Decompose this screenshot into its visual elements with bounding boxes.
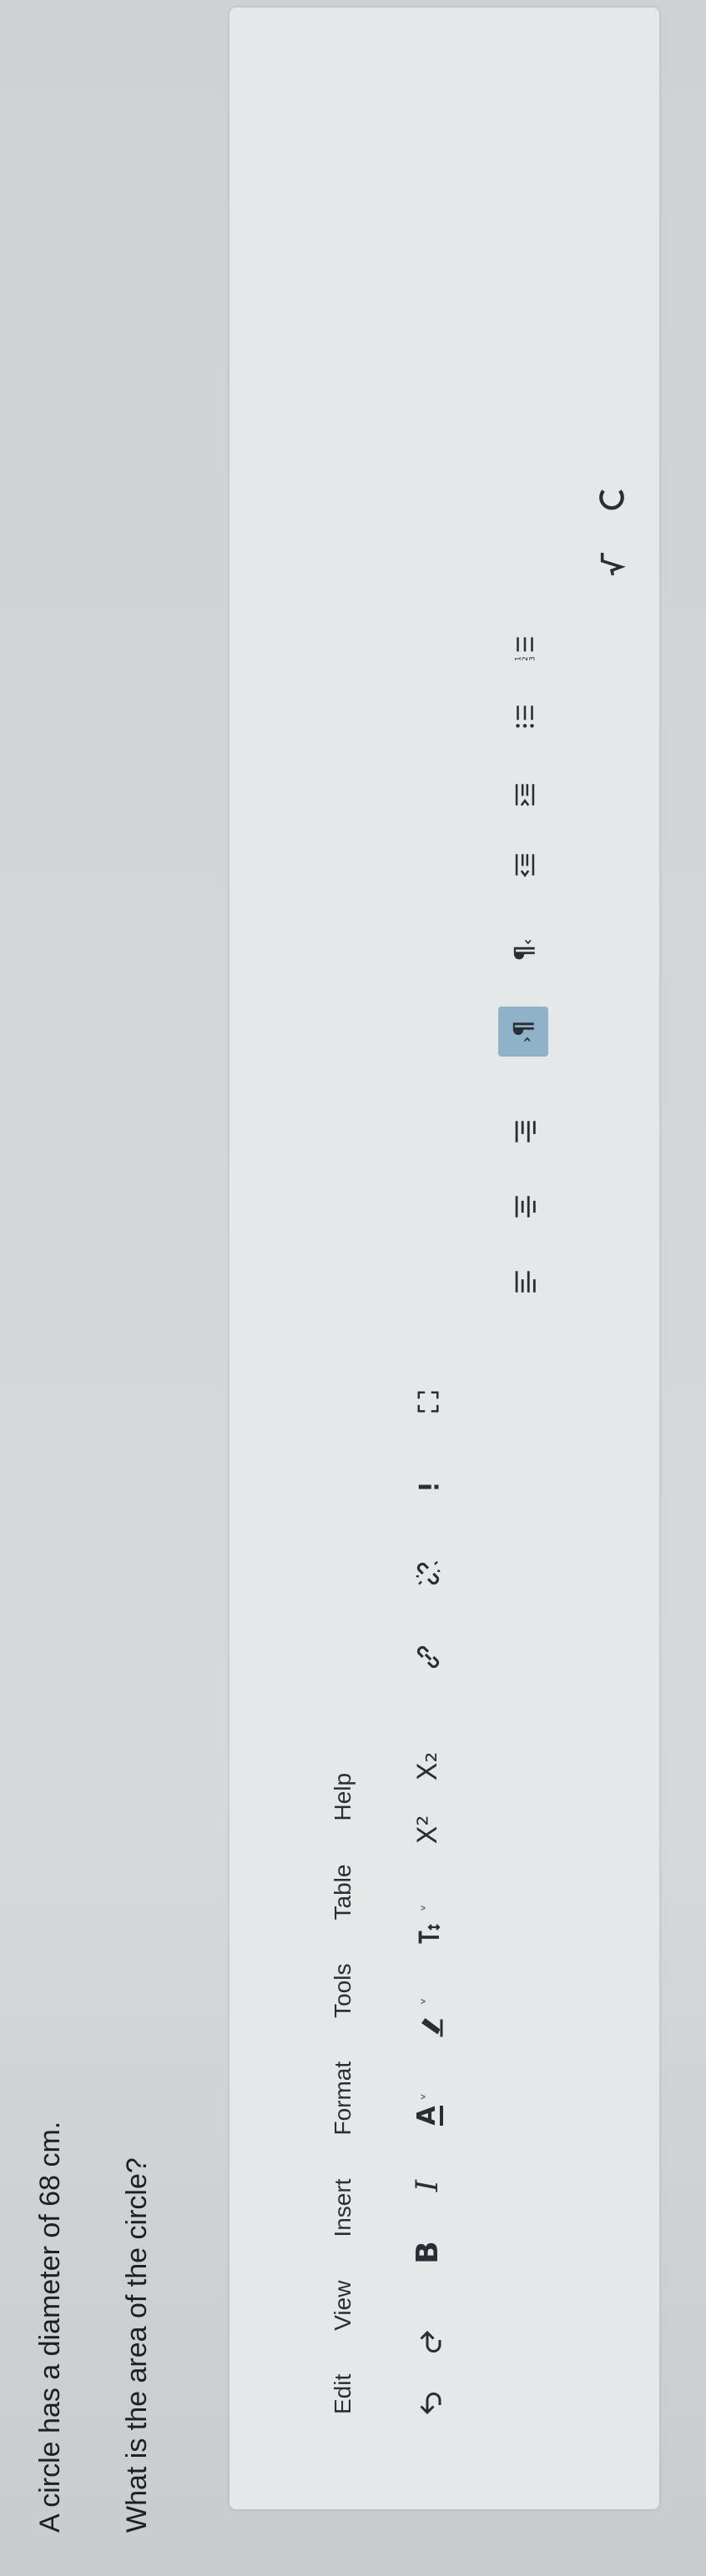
insert-link-button[interactable] bbox=[410, 1639, 446, 1675]
question-line-1: A circle has a diameter of 68 cm. bbox=[34, 2121, 66, 2533]
undo-button[interactable] bbox=[411, 2384, 448, 2421]
menu-tools[interactable]: Tools bbox=[330, 1963, 363, 2017]
highlighter-icon bbox=[421, 2018, 443, 2037]
align-right-button[interactable] bbox=[507, 1113, 543, 1150]
text-color-icon: A bbox=[412, 2106, 443, 2126]
outdent-icon bbox=[515, 854, 535, 877]
square-root-icon bbox=[600, 552, 626, 576]
question-text: A circle has a diameter of 68 cm. What i… bbox=[33, 2122, 154, 2533]
crescent-icon bbox=[599, 490, 624, 510]
exclamation-icon bbox=[418, 1484, 439, 1489]
fullscreen-icon bbox=[417, 1391, 439, 1413]
bullet-list-button[interactable] bbox=[507, 698, 543, 735]
redo-icon bbox=[420, 2330, 441, 2353]
menu-edit[interactable]: Edit bbox=[330, 2374, 363, 2414]
highlight-color-button[interactable]: ˅ bbox=[408, 1986, 450, 2052]
superscript-button[interactable]: X² bbox=[406, 1809, 448, 1850]
menu-table[interactable]: Table bbox=[330, 1865, 363, 1921]
bullet-list-icon bbox=[516, 706, 534, 728]
numbered-list-icon: 123 bbox=[514, 637, 537, 661]
italic-button[interactable]: I bbox=[406, 2169, 448, 2202]
align-left-icon bbox=[515, 1271, 536, 1293]
link-icon bbox=[416, 1645, 440, 1669]
text-color-button[interactable]: A ˅ bbox=[408, 2076, 450, 2142]
chevron-down-icon: ˅ bbox=[419, 2092, 439, 2101]
rtl-direction-button[interactable]: ¶‹ bbox=[502, 925, 547, 975]
font-size-icon bbox=[418, 1924, 441, 1944]
question-line-2: What is the area of the circle? bbox=[121, 2157, 153, 2533]
subscript-button[interactable]: X₂ bbox=[406, 1745, 448, 1787]
menu-insert[interactable]: Insert bbox=[330, 2179, 363, 2237]
unlink-icon bbox=[416, 1560, 441, 1585]
numbered-list-button[interactable]: 123 bbox=[507, 630, 543, 666]
remove-link-button[interactable] bbox=[410, 1555, 446, 1592]
rtl-paragraph-icon: ¶‹ bbox=[509, 938, 539, 962]
fullscreen-button[interactable] bbox=[410, 1383, 446, 1420]
bold-button[interactable]: B bbox=[406, 2236, 448, 2269]
align-left-button[interactable] bbox=[507, 1263, 543, 1300]
chevron-down-icon: ˅ bbox=[419, 1997, 439, 2006]
font-size-button[interactable]: ˅ bbox=[408, 1892, 450, 1959]
cut-button[interactable] bbox=[593, 480, 630, 516]
decrease-indent-button[interactable] bbox=[507, 846, 543, 883]
ltr-paragraph-icon: ›¶ bbox=[508, 1020, 538, 1043]
alert-button[interactable] bbox=[410, 1469, 446, 1505]
chevron-down-icon: ˅ bbox=[419, 1904, 439, 1912]
increase-indent-button[interactable] bbox=[507, 776, 543, 813]
indent-icon bbox=[515, 784, 535, 806]
undo-icon bbox=[420, 2393, 441, 2415]
rich-text-editor: Edit View Insert Format Tools Table Help… bbox=[229, 8, 659, 2509]
ltr-direction-button[interactable]: ›¶ bbox=[498, 1007, 548, 1057]
align-right-icon bbox=[515, 1121, 536, 1142]
align-center-icon bbox=[515, 1196, 536, 1218]
menu-format[interactable]: Format bbox=[330, 2061, 363, 2136]
editor-menubar: Edit View Insert Format Tools Table Help bbox=[330, 1730, 363, 2509]
math-sqrt-button[interactable] bbox=[593, 546, 630, 583]
align-center-button[interactable] bbox=[507, 1188, 543, 1225]
redo-button[interactable] bbox=[411, 2324, 448, 2361]
menu-view[interactable]: View bbox=[330, 2281, 363, 2331]
menu-help[interactable]: Help bbox=[330, 1773, 363, 1821]
screen: A circle has a diameter of 68 cm. What i… bbox=[0, 0, 706, 2576]
svg-text:3: 3 bbox=[528, 656, 537, 660]
